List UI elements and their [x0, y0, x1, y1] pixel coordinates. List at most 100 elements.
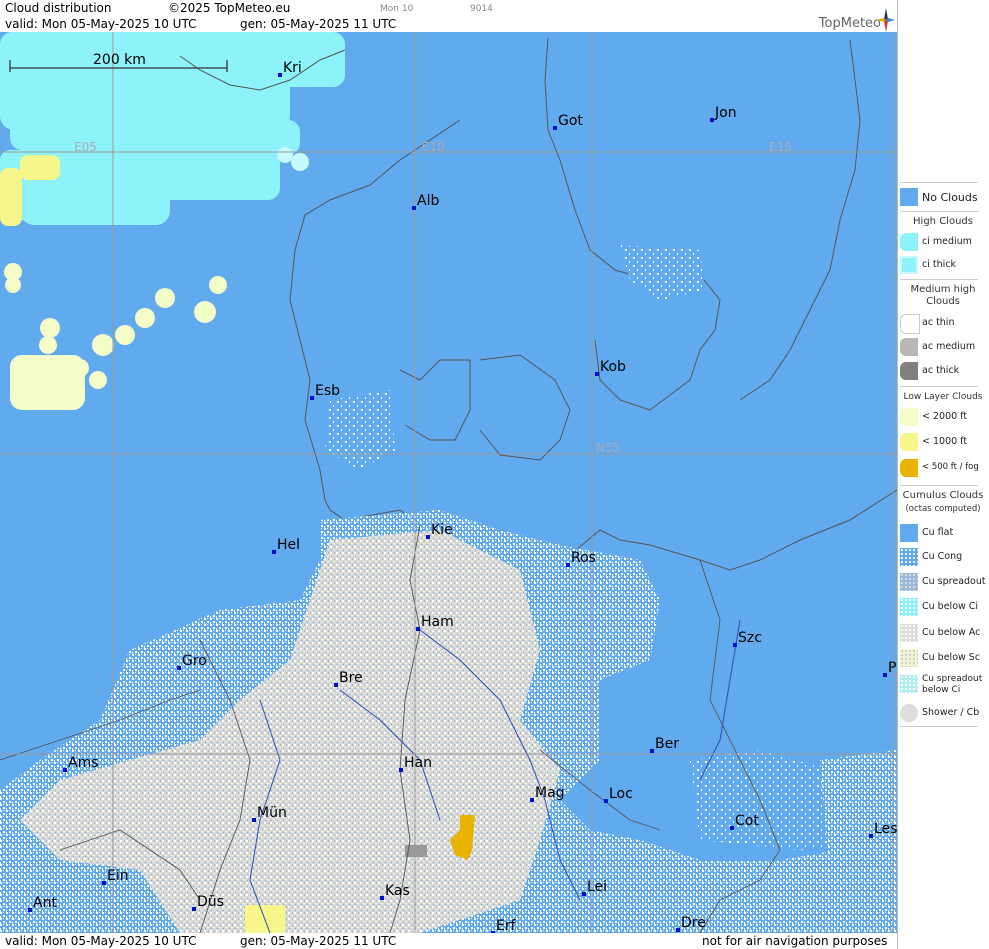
legend-cu-head: Cumulus Clouds	[902, 490, 984, 501]
city-hel: Hel	[272, 537, 300, 554]
city-ber: Ber	[650, 736, 679, 753]
city-label: P	[888, 660, 896, 676]
low-500-swatch	[900, 459, 918, 477]
footer-generated-time: gen: 05-May-2025 11 UTC	[240, 934, 397, 948]
map-canvas: E05 E10 E15 N55 200 km Kri Got Jon Alb Kob Es…	[0, 32, 897, 933]
city-label: Kas	[385, 883, 410, 899]
header-valid-bar: valid: Mon 05-May-2025 10 UTC gen: 05-Ma…	[0, 16, 897, 32]
ci-thick-swatch	[900, 256, 918, 274]
id-tag: 9014	[470, 4, 493, 14]
topmeteo-logo: TopMeteo	[803, 8, 895, 32]
legend-panel: No Clouds High Clouds ci medium ci thick…	[897, 0, 989, 949]
ac-thin-swatch	[900, 314, 920, 334]
city-marker	[733, 643, 737, 647]
legend-cu-spread-ci: Cu spreadout below Ci	[900, 673, 988, 701]
city-label: Ham	[421, 614, 454, 630]
grid-label-e05: E05	[74, 140, 97, 154]
city-label: Bre	[339, 670, 363, 686]
city-ham: Ham	[416, 614, 454, 631]
city-marker	[412, 206, 416, 210]
compass-star-icon	[877, 8, 895, 32]
legend-shower: Shower / Cb	[900, 702, 988, 724]
low-cloud-pale	[4, 263, 227, 410]
legend-low-500: < 500 ft / fog	[900, 457, 988, 479]
run-tag: Mon 10	[380, 4, 414, 14]
city-cot: Cot	[730, 813, 759, 830]
logo-text: TopMeteo	[818, 16, 881, 31]
cu-below-ac-swatch	[900, 624, 918, 642]
city-marker	[650, 749, 654, 753]
cu-cong-swatch	[900, 548, 918, 566]
legend-cu-below-ac: Cu below Ac	[900, 622, 988, 644]
legend-medium-head: Medium high Clouds	[910, 284, 976, 307]
disclaimer-text: not for air navigation purposes	[702, 934, 888, 948]
city-szc: Szc	[733, 630, 762, 647]
city-marker	[869, 834, 873, 838]
cumulus-fields	[0, 245, 897, 933]
city-label: Kob	[600, 359, 626, 375]
cu-below-sc-swatch	[900, 649, 918, 667]
generated-time: gen: 05-May-2025 11 UTC	[240, 17, 397, 31]
legend-cu-cong: Cu Cong	[900, 546, 988, 568]
city-marker	[710, 118, 714, 122]
city-dre: Dre	[676, 915, 706, 932]
city-label: Alb	[417, 193, 439, 209]
city-label: Dre	[681, 915, 706, 931]
legend-cu-sub: (octas computed)	[905, 504, 981, 514]
city-label: Got	[558, 113, 583, 129]
city-jon: Jon	[710, 105, 737, 122]
city-düs: Düs	[192, 894, 224, 911]
cu-below-ci-swatch	[900, 598, 918, 616]
city-marker	[416, 627, 420, 631]
ac-thick-swatch	[900, 362, 918, 380]
city-han: Han	[399, 755, 432, 772]
city-marker	[278, 73, 282, 77]
city-loc: Loc	[604, 786, 633, 803]
legend-low-1000: < 1000 ft	[900, 431, 988, 453]
legend-ac-thick: ac thick	[900, 360, 988, 382]
city-marker	[426, 535, 430, 539]
city-marker	[63, 768, 67, 772]
ac-medium-swatch	[900, 338, 918, 356]
cu-spreadout-swatch	[900, 573, 918, 591]
cloud-map[interactable]: E05 E10 E15 N55 200 km Kri Got Jon Alb Kob Es…	[0, 32, 897, 933]
legend-no-clouds: No Clouds	[900, 186, 988, 208]
scale-label: 200 km	[93, 52, 146, 68]
city-marker	[252, 818, 256, 822]
city-label: Han	[404, 755, 432, 771]
city-label: Loc	[609, 786, 633, 802]
legend-high-head: High Clouds	[913, 216, 973, 227]
no-clouds-swatch	[900, 188, 918, 206]
city-label: Jon	[714, 105, 737, 121]
city-marker	[192, 907, 196, 911]
city-marker	[334, 683, 338, 687]
header-bar: Cloud distribution ©2025 TopMeteo.eu Mon…	[0, 0, 897, 16]
low-2000-swatch	[900, 408, 918, 426]
low-1000-swatch	[900, 433, 918, 451]
legend-ac-medium: ac medium	[900, 336, 988, 358]
shower-swatch	[900, 704, 918, 722]
city-mag: Mag	[530, 785, 565, 802]
city-marker	[730, 826, 734, 830]
city-label: Mün	[257, 805, 287, 821]
city-kob: Kob	[595, 359, 626, 376]
city-marker	[883, 673, 887, 677]
city-got: Got	[553, 113, 583, 130]
city-label: Ein	[107, 868, 129, 884]
grid-label-e15: E15	[769, 140, 792, 154]
legend-ci-medium: ci medium	[900, 231, 988, 253]
city-esb: Esb	[310, 383, 340, 400]
footer-valid-time: valid: Mon 05-May-2025 10 UTC	[5, 934, 197, 948]
city-marker	[676, 928, 680, 932]
city-marker	[595, 372, 599, 376]
city-label: Szc	[738, 630, 762, 646]
city-marker	[272, 550, 276, 554]
legend-cu-flat: Cu flat	[900, 522, 988, 544]
city-label: Esb	[315, 383, 340, 399]
grid-label-n55: N55	[596, 441, 620, 455]
city-label: Düs	[197, 894, 224, 910]
city-ros: Ros	[566, 550, 596, 567]
city-marker	[102, 881, 106, 885]
legend-ci-thick: ci thick	[900, 254, 988, 276]
ci-medium-swatch	[900, 233, 918, 251]
